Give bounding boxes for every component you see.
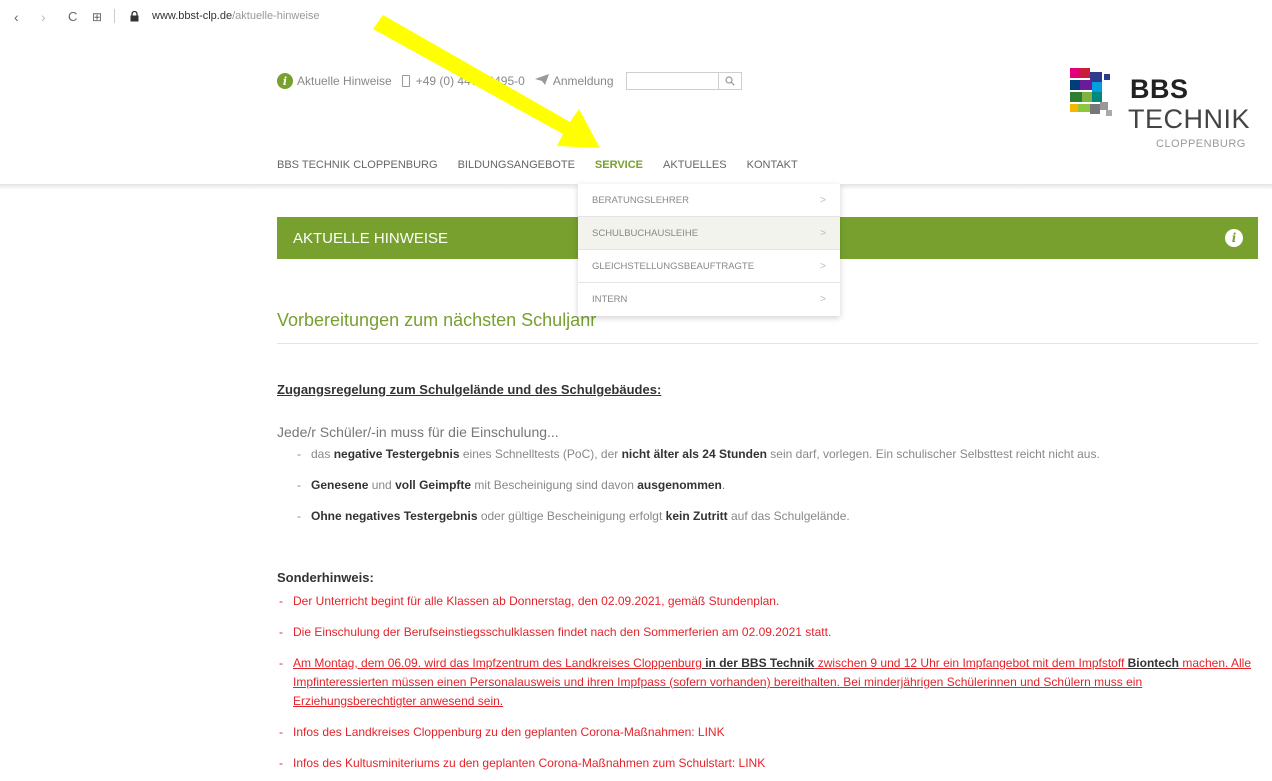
paper-plane-icon <box>534 74 549 88</box>
list-item: Genesene und voll Geimpfte mit Bescheini… <box>295 476 1115 495</box>
address-bar[interactable]: www.bbst-clp.de/aktuelle-hinweise <box>152 10 320 22</box>
divider <box>277 343 1258 344</box>
nav-item-kontakt[interactable]: KONTAKT <box>747 159 798 171</box>
phone-icon <box>401 75 410 87</box>
article-title: Vorbereitungen zum nächsten Schuljahr <box>277 310 597 330</box>
list-item: Der Unterricht begint für alle Klassen a… <box>277 592 1262 611</box>
list-item: das negative Testergebnis eines Schnellt… <box>295 445 1115 464</box>
menu-item-label: INTERN <box>592 294 628 305</box>
anmeldung-link[interactable]: Anmeldung <box>553 74 614 88</box>
special-notice-heading: Sonderhinweis: <box>277 570 374 585</box>
list-item: Ohne negatives Testergebnis oder gültige… <box>295 507 1115 526</box>
logo-text-technik: TECHNIK <box>1128 104 1251 134</box>
nav-item-aktuelles[interactable]: AKTUELLES <box>663 159 727 171</box>
list-item[interactable]: Infos des Kultusminiteriums zu den gepla… <box>277 754 1262 773</box>
menu-item-label: GLEICHSTELLUNGSBEAUFTRAGTE <box>592 260 755 272</box>
chevron-right-icon: > <box>820 194 826 206</box>
apps-icon[interactable]: ⊞ <box>92 9 102 25</box>
info-icon[interactable]: i <box>277 73 293 89</box>
menu-item-schulbuchausleihe[interactable]: SCHULBUCHAUSLEIHE > <box>578 217 840 250</box>
phone-number[interactable]: +49 (0) 4471 9495-0 <box>416 74 525 88</box>
menu-item-intern[interactable]: INTERN > <box>578 283 840 316</box>
logo-text-bbs: BBS <box>1130 74 1189 104</box>
nav-item-service[interactable]: SERVICE <box>595 159 643 171</box>
section-title: AKTUELLE HINWEISE <box>293 229 449 247</box>
hinweise-link[interactable]: Aktuelle Hinweise <box>297 74 392 88</box>
url-domain: www.bbst-clp.de <box>152 10 233 22</box>
top-info-bar: i Aktuelle Hinweise +49 (0) 4471 9495-0 … <box>277 72 742 90</box>
search-box <box>625 72 742 90</box>
nav-item-bbs-technik[interactable]: BBS TECHNIK CLOPPENBURG <box>277 159 438 171</box>
special-notice-list: Der Unterricht begint für alle Klassen a… <box>277 592 1262 781</box>
reload-icon[interactable]: C <box>68 9 77 25</box>
search-input[interactable] <box>625 72 718 90</box>
main-navigation: BBS TECHNIK CLOPPENBURG BILDUNGSANGEBOTE… <box>277 159 818 171</box>
article-subheading: Zugangsregelung zum Schulgelände und des… <box>277 382 662 397</box>
menu-item-label: SCHULBUCHAUSLEIHE <box>592 227 699 239</box>
search-icon <box>724 76 735 86</box>
logo-text-city: CLOPPENBURG <box>1156 138 1246 150</box>
chevron-right-icon: > <box>820 227 826 239</box>
service-dropdown-menu: BERATUNGSLEHRER > SCHULBUCHAUSLEIHE > GLEI… <box>578 184 840 316</box>
menu-item-label: BERATUNGSLEHRER <box>592 194 689 206</box>
site-header: i Aktuelle Hinweise +49 (0) 4471 9495-0 … <box>0 52 1272 184</box>
logo-mosaic-icon <box>1070 68 1128 124</box>
article-intro: Jede/r Schüler/-in muss für die Einschul… <box>277 424 559 440</box>
back-icon[interactable]: ‹ <box>14 9 19 25</box>
lock-icon[interactable] <box>130 10 139 28</box>
chevron-right-icon: > <box>820 260 826 272</box>
requirements-list: das negative Testergebnis eines Schnellt… <box>295 445 1115 538</box>
menu-item-gleichstellungsbeauftragte[interactable]: GLEICHSTELLUNGSBEAUFTRAGTE > <box>578 250 840 283</box>
search-button[interactable] <box>717 72 742 90</box>
info-icon: i <box>1225 229 1243 247</box>
url-path: /aktuelle-hinweise <box>232 10 320 22</box>
browser-toolbar: ‹ › C ⊞ www.bbst-clp.de/aktuelle-hinweis… <box>0 0 1272 34</box>
list-item: Am Montag, dem 06.09. wird das Impfzentr… <box>277 654 1262 711</box>
chevron-right-icon: > <box>820 294 826 305</box>
nav-item-bildungsangebote[interactable]: BILDUNGSANGEBOTE <box>458 159 575 171</box>
list-item: Die Einschulung der Berufseinstiegsschul… <box>277 623 1262 642</box>
list-item[interactable]: Infos des Landkreises Cloppenburg zu den… <box>277 723 1262 742</box>
forward-icon[interactable]: › <box>41 9 46 25</box>
bbs-technik-logo[interactable]: BBS TECHNIK CLOPPENBURG <box>1068 66 1258 156</box>
menu-item-beratungslehrer[interactable]: BERATUNGSLEHRER > <box>578 184 840 217</box>
toolbar-divider <box>114 9 115 23</box>
